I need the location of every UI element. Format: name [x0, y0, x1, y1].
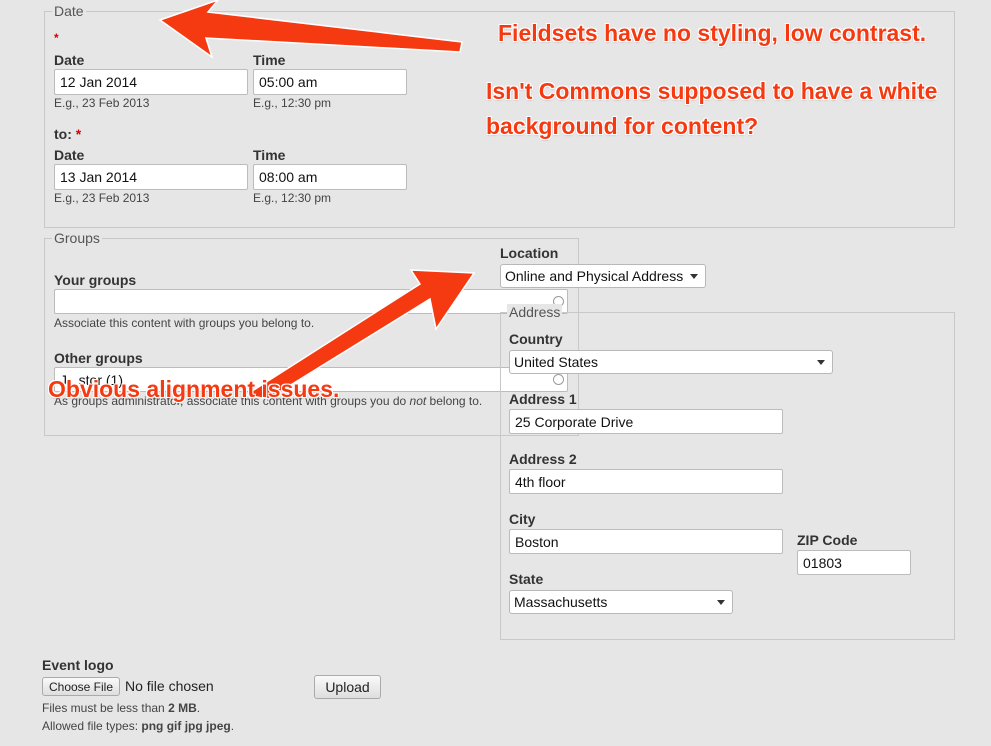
- state-select-value: Massachusetts: [514, 594, 608, 610]
- country-select-value: United States: [514, 354, 599, 370]
- start-time-input[interactable]: [253, 69, 407, 95]
- your-groups-input[interactable]: [54, 289, 568, 314]
- annotation-background-line1: Isn't Commons supposed to have a white: [486, 78, 938, 104]
- end-date-input[interactable]: [54, 164, 248, 190]
- address1-label: Address 1: [509, 391, 577, 407]
- end-time-hint: E.g., 12:30 pm: [253, 191, 332, 205]
- chevron-down-icon: [817, 360, 825, 365]
- city-label: City: [509, 511, 536, 527]
- location-select-value: Online and Physical Address: [505, 268, 684, 284]
- upload-button[interactable]: Upload: [314, 675, 381, 699]
- zip-input[interactable]: [797, 550, 911, 575]
- start-date-hint: E.g., 23 Feb 2013: [54, 96, 150, 110]
- file-size-pre: Files must be less than: [42, 701, 169, 715]
- zip-label: ZIP Code: [797, 532, 858, 548]
- address2-label: Address 2: [509, 451, 577, 467]
- event-logo-label: Event logo: [42, 657, 114, 673]
- file-size-post: .: [196, 701, 201, 715]
- date-required-mark: *: [54, 31, 59, 45]
- no-file-chosen-text: No file chosen: [125, 678, 214, 694]
- other-groups-label: Other groups: [54, 350, 143, 366]
- annotation-alignment: Obvious alignment issues.: [48, 376, 340, 402]
- other-groups-desc-em: not: [409, 394, 427, 408]
- to-label: to: *: [54, 126, 81, 142]
- file-types-post: .: [230, 719, 235, 733]
- to-required-mark: *: [75, 126, 82, 142]
- file-types-value: png gif jpg jpeg: [141, 719, 231, 733]
- other-groups-desc-post: belong to.: [426, 394, 483, 408]
- start-time-hint: E.g., 12:30 pm: [253, 96, 332, 110]
- file-size-description: Files must be less than 2 MB.: [42, 701, 200, 715]
- state-select[interactable]: Massachusetts: [509, 590, 733, 614]
- end-time-label: Time: [253, 147, 286, 163]
- location-label: Location: [500, 245, 559, 261]
- end-date-hint: E.g., 23 Feb 2013: [54, 191, 150, 205]
- chevron-down-icon: [690, 274, 698, 279]
- start-time-label: Time: [253, 52, 286, 68]
- end-time-input[interactable]: [253, 164, 407, 190]
- your-groups-description: Associate this content with groups you b…: [54, 316, 315, 330]
- date-fieldset-legend: Date: [52, 3, 86, 19]
- your-groups-label: Your groups: [54, 272, 137, 288]
- address2-input[interactable]: [509, 469, 783, 494]
- annotation-background-line2: background for content?: [486, 113, 759, 139]
- end-date-label: Date: [54, 147, 85, 163]
- file-size-value: 2 MB: [168, 701, 197, 715]
- start-date-label: Date: [54, 52, 85, 68]
- state-label: State: [509, 571, 544, 587]
- file-types-pre: Allowed file types:: [42, 719, 142, 733]
- annotation-fieldsets: Fieldsets have no styling, low contrast.: [498, 20, 927, 46]
- to-label-text: to:: [54, 126, 72, 142]
- country-label: Country: [509, 331, 563, 347]
- groups-fieldset-legend: Groups: [52, 230, 102, 246]
- file-types-description: Allowed file types: png gif jpg jpeg.: [42, 719, 234, 733]
- address1-input[interactable]: [509, 409, 783, 434]
- choose-file-button[interactable]: Choose File: [42, 677, 120, 696]
- address-fieldset-legend: Address: [507, 304, 563, 320]
- city-input[interactable]: [509, 529, 783, 554]
- chevron-down-icon: [717, 600, 725, 605]
- start-date-input[interactable]: [54, 69, 248, 95]
- location-select[interactable]: Online and Physical Address: [500, 264, 706, 288]
- country-select[interactable]: United States: [509, 350, 833, 374]
